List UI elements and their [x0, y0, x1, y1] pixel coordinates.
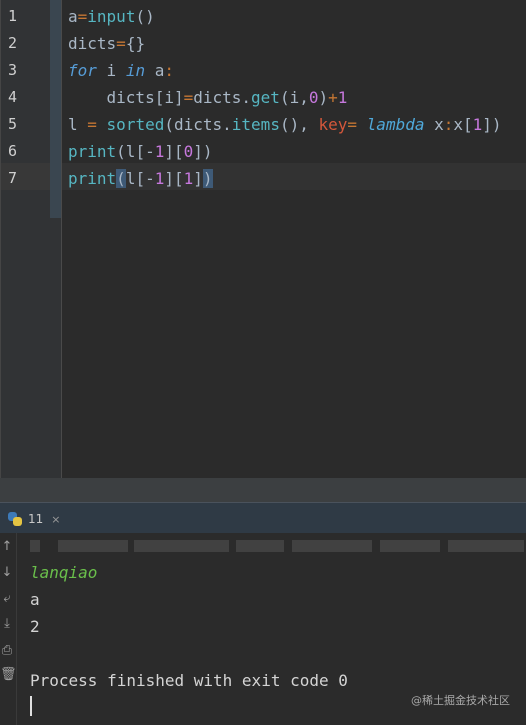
run-toolbar: ↑ ↓ ⤶ ⤓ ⎙ 🗑: [0, 533, 17, 725]
console-output-line: a: [30, 590, 40, 609]
gutter-divider: [61, 0, 62, 478]
code-line-4[interactable]: dicts[i]=dicts.get(i,0)+1: [68, 84, 348, 111]
print-icon[interactable]: ⎙: [0, 643, 14, 658]
line-number: 3: [8, 61, 18, 79]
soft-wrap-icon[interactable]: ⤶: [0, 591, 14, 606]
trash-icon[interactable]: 🗑: [0, 667, 17, 682]
code-editor[interactable]: 1 2 3 4 5 6 7 a=input() dicts={} for i i…: [0, 0, 526, 502]
up-arrow-icon[interactable]: ↑: [0, 539, 14, 554]
editor-bottom-bar: [0, 478, 526, 502]
console-caret[interactable]: [30, 696, 32, 716]
line-number: 2: [8, 34, 18, 52]
line-number: 5: [8, 115, 18, 133]
scroll-to-end-icon[interactable]: ⤓: [0, 616, 14, 631]
console-output-line: 2: [30, 617, 40, 636]
run-tab[interactable]: 11 ×: [8, 510, 61, 528]
line-number: 6: [8, 142, 18, 160]
down-arrow-icon[interactable]: ↓: [0, 565, 14, 580]
close-icon[interactable]: ×: [51, 513, 60, 526]
run-tab-label: 11: [28, 512, 44, 526]
line-number: 4: [8, 88, 18, 106]
blurred-command-line: [30, 537, 524, 555]
line-number: 1: [8, 7, 18, 25]
python-icon: [8, 512, 22, 526]
process-finished-message: Process finished with exit code 0: [30, 671, 348, 690]
run-panel-header: 11 ×: [0, 502, 526, 533]
console-input-echo: lanqiao: [30, 563, 98, 582]
line-number: 7: [8, 169, 18, 187]
code-line-6[interactable]: print(l[-1][0]): [68, 138, 213, 165]
code-line-3[interactable]: for i in a:: [68, 57, 174, 84]
code-line-5[interactable]: l = sorted(dicts.items(), key= lambda x:…: [68, 111, 502, 138]
code-line-1[interactable]: a=input(): [68, 3, 155, 30]
watermark: @稀土掘金技术社区: [411, 694, 510, 707]
code-line-7[interactable]: print(l[-1][1]): [68, 165, 213, 192]
code-line-2[interactable]: dicts={}: [68, 30, 145, 57]
